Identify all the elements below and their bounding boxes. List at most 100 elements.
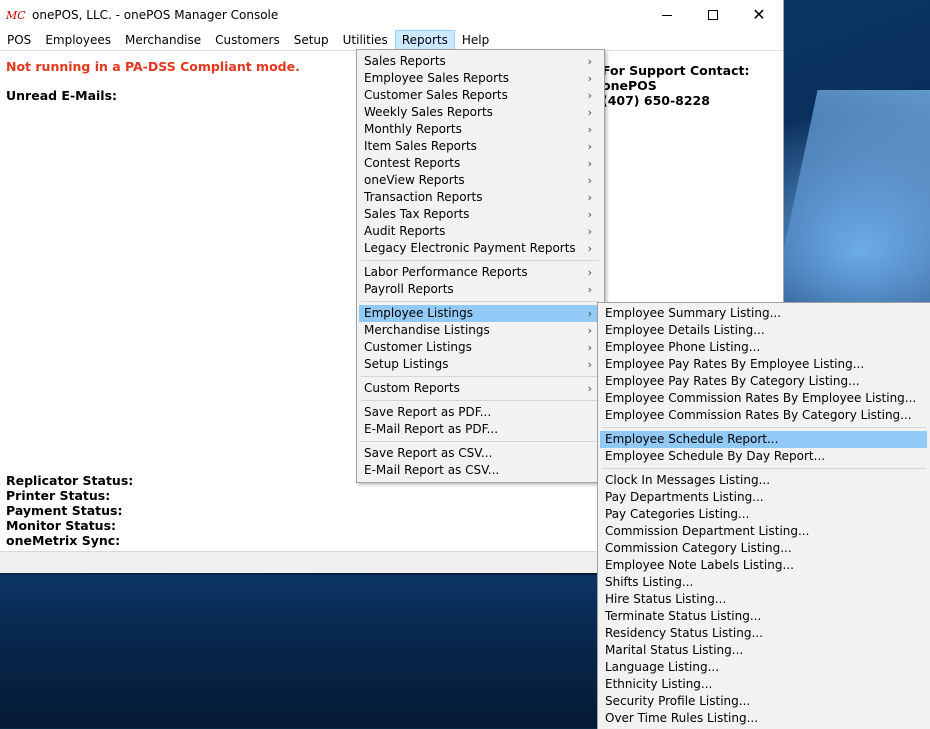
menu-setup[interactable]: Setup xyxy=(287,30,336,50)
chevron-right-icon: › xyxy=(587,382,592,395)
menu-item-pay-departments-listing[interactable]: Pay Departments Listing... xyxy=(600,489,927,506)
menu-item-legacy-electronic-payment-reports[interactable]: Legacy Electronic Payment Reports › xyxy=(359,240,600,257)
menu-item-label: Marital Status Listing... xyxy=(605,643,744,657)
menu-item-employee-pay-rates-by-employee-listing[interactable]: Employee Pay Rates By Employee Listing..… xyxy=(600,356,927,373)
menu-item-label: Setup Listings xyxy=(364,357,449,371)
support-heading: For Support Contact: xyxy=(602,63,750,78)
menu-item-employee-sales-reports[interactable]: Employee Sales Reports › xyxy=(359,70,600,87)
menu-item-language-listing[interactable]: Language Listing... xyxy=(600,659,927,676)
menu-item-audit-reports[interactable]: Audit Reports › xyxy=(359,223,600,240)
menu-item-contest-reports[interactable]: Contest Reports › xyxy=(359,155,600,172)
status-list: Replicator Status: Printer Status: Payment… xyxy=(6,473,133,548)
menu-item-sales-tax-reports[interactable]: Sales Tax Reports › xyxy=(359,206,600,223)
menu-item-residency-status-listing[interactable]: Residency Status Listing... xyxy=(600,625,927,642)
menu-item-setup-listings[interactable]: Setup Listings › xyxy=(359,356,600,373)
menu-item-clock-in-messages-listing[interactable]: Clock In Messages Listing... xyxy=(600,472,927,489)
menu-item-terminate-status-listing[interactable]: Terminate Status Listing... xyxy=(600,608,927,625)
menu-help[interactable]: Help xyxy=(455,30,496,50)
monitor-status-label: Monitor Status: xyxy=(6,518,117,533)
menu-item-e-mail-report-as-csv[interactable]: E-Mail Report as CSV... xyxy=(359,462,600,479)
menu-customers[interactable]: Customers xyxy=(208,30,287,50)
menu-item-label: Save Report as PDF... xyxy=(364,405,492,419)
menu-item-security-profile-listing[interactable]: Security Profile Listing... xyxy=(600,693,927,710)
menu-item-transaction-reports[interactable]: Transaction Reports › xyxy=(359,189,600,206)
menu-item-label: Clock In Messages Listing... xyxy=(605,473,771,487)
menu-item-employee-note-labels-listing[interactable]: Employee Note Labels Listing... xyxy=(600,557,927,574)
menu-item-e-mail-report-as-pdf[interactable]: E-Mail Report as PDF... xyxy=(359,421,600,438)
menu-item-payroll-reports[interactable]: Payroll Reports › xyxy=(359,281,600,298)
menu-reports[interactable]: Reports xyxy=(394,30,455,50)
menu-item-item-sales-reports[interactable]: Item Sales Reports › xyxy=(359,138,600,155)
menu-item-commission-category-listing[interactable]: Commission Category Listing... xyxy=(600,540,927,557)
chevron-right-icon: › xyxy=(587,140,592,153)
menu-item-sales-reports[interactable]: Sales Reports › xyxy=(359,53,600,70)
menu-item-monthly-reports[interactable]: Monthly Reports › xyxy=(359,121,600,138)
menu-item-hire-status-listing[interactable]: Hire Status Listing... xyxy=(600,591,927,608)
menu-item-employee-commission-rates-by-employee-listing[interactable]: Employee Commission Rates By Employee Li… xyxy=(600,390,927,407)
menu-item-employee-commission-rates-by-category-listing[interactable]: Employee Commission Rates By Category Li… xyxy=(600,407,927,424)
menu-item-employee-pay-rates-by-category-listing[interactable]: Employee Pay Rates By Category Listing..… xyxy=(600,373,927,390)
menu-item-label: Customer Sales Reports xyxy=(364,88,508,102)
menu-item-employee-schedule-report[interactable]: Employee Schedule Report... xyxy=(600,431,927,448)
menu-item-label: Employee Summary Listing... xyxy=(605,306,782,320)
compliance-warning: Not running in a PA-DSS Compliant mode. xyxy=(6,59,300,74)
support-company: onePOS xyxy=(602,78,657,93)
menu-item-label: Pay Categories Listing... xyxy=(605,507,750,521)
menu-item-label: Transaction Reports xyxy=(364,190,483,204)
support-phone: (407) 650-8228 xyxy=(602,93,710,108)
menu-separator xyxy=(361,301,599,302)
payment-status-label: Payment Status: xyxy=(6,503,123,518)
menu-item-merchandise-listings[interactable]: Merchandise Listings › xyxy=(359,322,600,339)
menu-item-employee-schedule-by-day-report[interactable]: Employee Schedule By Day Report... xyxy=(600,448,927,465)
close-button[interactable]: ✕ xyxy=(736,0,782,30)
menu-item-employee-phone-listing[interactable]: Employee Phone Listing... xyxy=(600,339,927,356)
menu-item-shifts-listing[interactable]: Shifts Listing... xyxy=(600,574,927,591)
chevron-right-icon: › xyxy=(587,157,592,170)
chevron-right-icon: › xyxy=(587,89,592,102)
menu-item-save-report-as-pdf[interactable]: Save Report as PDF... xyxy=(359,404,600,421)
menu-item-label: Monthly Reports xyxy=(364,122,462,136)
menu-item-oneview-reports[interactable]: oneView Reports › xyxy=(359,172,600,189)
menu-item-label: Security Profile Listing... xyxy=(605,694,751,708)
menu-item-label: Labor Performance Reports xyxy=(364,265,528,279)
menu-merchandise[interactable]: Merchandise xyxy=(118,30,208,50)
title-bar[interactable]: MC onePOS, LLC. - onePOS Manager Console… xyxy=(0,0,783,30)
menu-utilities[interactable]: Utilities xyxy=(336,30,395,50)
onemetrix-sync-label: oneMetrix Sync: xyxy=(6,533,121,548)
menu-item-customer-listings[interactable]: Customer Listings › xyxy=(359,339,600,356)
menu-item-employee-listings[interactable]: Employee Listings › xyxy=(359,305,600,322)
menu-item-ethnicity-listing[interactable]: Ethnicity Listing... xyxy=(600,676,927,693)
menu-item-label: Sales Reports xyxy=(364,54,446,68)
menu-item-pay-categories-listing[interactable]: Pay Categories Listing... xyxy=(600,506,927,523)
menu-item-weekly-sales-reports[interactable]: Weekly Sales Reports › xyxy=(359,104,600,121)
menu-employees[interactable]: Employees xyxy=(38,30,118,50)
menu-item-label: Merchandise Listings xyxy=(364,323,490,337)
menu-item-label: Payroll Reports xyxy=(364,282,454,296)
menu-item-employee-details-listing[interactable]: Employee Details Listing... xyxy=(600,322,927,339)
menu-item-label: Language Listing... xyxy=(605,660,720,674)
menu-item-customer-sales-reports[interactable]: Customer Sales Reports › xyxy=(359,87,600,104)
menu-separator xyxy=(361,260,599,261)
menu-item-label: oneView Reports xyxy=(364,173,465,187)
menu-item-save-report-as-csv[interactable]: Save Report as CSV... xyxy=(359,445,600,462)
menu-item-custom-reports[interactable]: Custom Reports › xyxy=(359,380,600,397)
menu-item-label: Legacy Electronic Payment Reports xyxy=(364,241,576,255)
menu-separator xyxy=(361,376,599,377)
menu-item-label: Employee Pay Rates By Employee Listing..… xyxy=(605,357,865,371)
maximize-button[interactable] xyxy=(690,0,736,30)
chevron-right-icon: › xyxy=(587,283,592,296)
menu-item-employee-summary-listing[interactable]: Employee Summary Listing... xyxy=(600,305,927,322)
menu-item-label: Employee Details Listing... xyxy=(605,323,765,337)
menu-bar: POS Employees Merchandise Customers Setup Uti… xyxy=(0,30,783,51)
maximize-icon xyxy=(708,10,718,20)
menu-item-label: Commission Department Listing... xyxy=(605,524,810,538)
minimize-button[interactable] xyxy=(644,0,690,30)
menu-item-label: Contest Reports xyxy=(364,156,461,170)
menu-item-commission-department-listing[interactable]: Commission Department Listing... xyxy=(600,523,927,540)
menu-item-labor-performance-reports[interactable]: Labor Performance Reports › xyxy=(359,264,600,281)
menu-pos[interactable]: POS xyxy=(0,30,38,50)
menu-item-label: Weekly Sales Reports xyxy=(364,105,493,119)
menu-item-marital-status-listing[interactable]: Marital Status Listing... xyxy=(600,642,927,659)
menu-item-label: Residency Status Listing... xyxy=(605,626,763,640)
menu-item-over-time-rules-listing[interactable]: Over Time Rules Listing... xyxy=(600,710,927,727)
